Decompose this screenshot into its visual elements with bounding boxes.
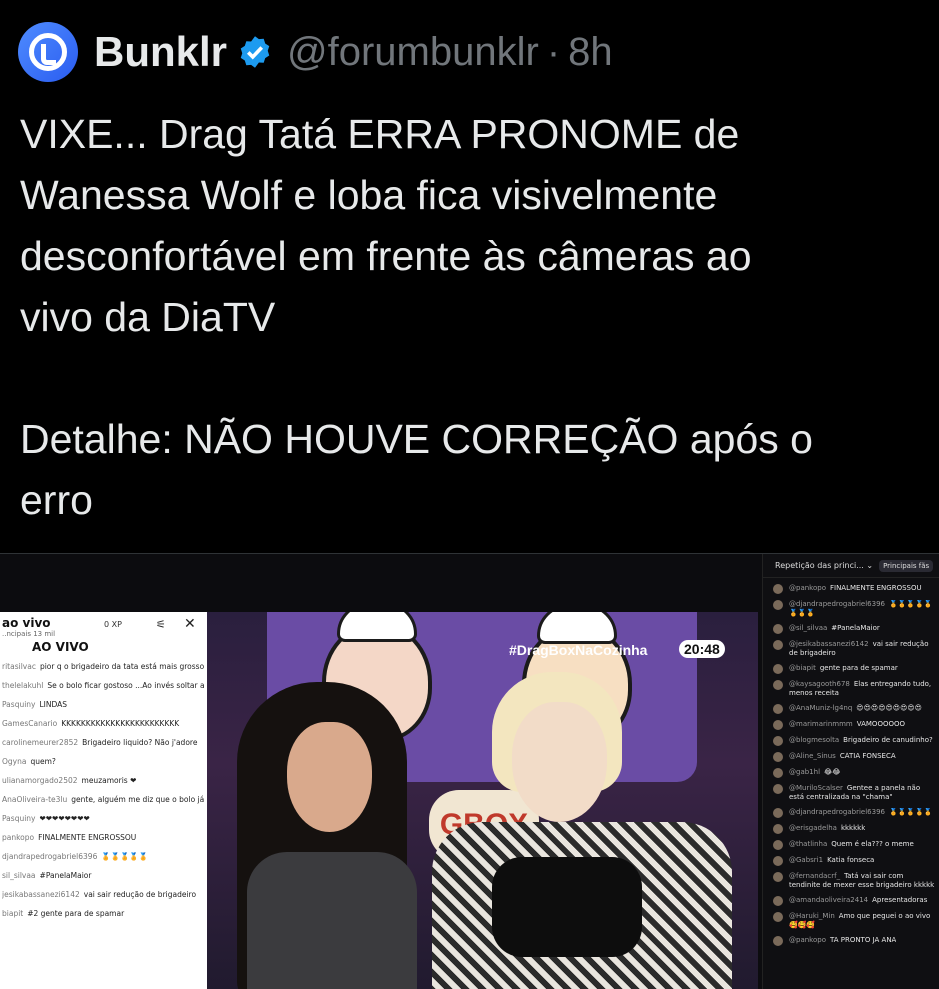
avatar bbox=[773, 840, 783, 850]
chat-message-list: ritasilvac pior q o brigadeiro da tata es… bbox=[2, 662, 205, 928]
tweet-media[interactable]: ao vivo ..ncipais 13 mil 0 XP ⚟ ✕ AO VIV… bbox=[0, 553, 939, 989]
avatar[interactable] bbox=[18, 22, 78, 82]
avatar bbox=[773, 720, 783, 730]
chat-message: pankopo FINALMENTE ENGROSSOU bbox=[2, 833, 137, 842]
author-handle[interactable]: @forumbunklr bbox=[287, 30, 539, 75]
avatar bbox=[773, 752, 783, 762]
close-icon[interactable]: ✕ bbox=[184, 616, 196, 632]
tweet-text: VIXE... Drag Tatá ERRA PRONOME de Waness… bbox=[20, 104, 920, 531]
chef-hat-right bbox=[537, 612, 617, 644]
separator-dot: · bbox=[546, 29, 561, 74]
chat-message: biapit #2 gente para de spamar bbox=[2, 909, 125, 918]
author-name[interactable]: Bunklr bbox=[94, 28, 227, 76]
chat-message: @gab1hl 😂😂 bbox=[773, 768, 935, 778]
filter-icon[interactable]: ⚟ bbox=[156, 618, 166, 631]
chat-message: carolinemeurer2852 Brigadeiro liquido? Nã… bbox=[2, 738, 198, 747]
top-fans-chip[interactable]: Principais fãs bbox=[879, 559, 934, 572]
chat-title: ao vivo bbox=[2, 616, 51, 630]
chat-mode-label[interactable]: Repetição das princi... bbox=[775, 561, 864, 570]
avatar bbox=[773, 872, 783, 882]
avatar bbox=[773, 808, 783, 818]
avatar bbox=[773, 736, 783, 746]
host-left bbox=[227, 682, 427, 989]
verified-badge-icon bbox=[240, 36, 270, 68]
tweet-timestamp[interactable]: 8h bbox=[568, 30, 613, 75]
chat-message: @erisgadelha kkkkkk bbox=[773, 824, 935, 834]
avatar bbox=[773, 912, 783, 922]
chat-message: AnaOliveira-te3lu gente, alguém me diz qu… bbox=[2, 795, 205, 804]
tweet-text-line: Wanessa Wolf e loba fica visivelmente bbox=[20, 172, 718, 218]
avatar bbox=[773, 664, 783, 674]
chat-message: jesikabassanezi6142 vai sair redução de b… bbox=[2, 890, 197, 899]
live-label: AO VIVO bbox=[32, 640, 89, 654]
chat-message: @pankopo FINALMENTE ENGROSSOU bbox=[773, 584, 935, 594]
video-timer: 20:48 bbox=[679, 640, 725, 658]
tweet-text-line: vivo da DiaTV bbox=[20, 294, 276, 340]
avatar bbox=[773, 856, 783, 866]
chat-message: ulianamorgado2502 meuzamoris ❤ bbox=[2, 776, 137, 785]
chat-message-list: @pankopo FINALMENTE ENGROSSOU @djandraped… bbox=[763, 578, 939, 946]
chat-header[interactable]: Repetição das princi... ⌄ Principais fãs bbox=[763, 554, 939, 578]
chat-message: @kaysagooth678 Elas entregando tudo, meno… bbox=[773, 680, 935, 698]
chat-message: Pasquiny LINDAS bbox=[2, 700, 68, 709]
chat-message: @Aline_Sinus CÁTIA FONSECA bbox=[773, 752, 935, 762]
chat-message: @jesikabassanezi6142 vai sair redução de … bbox=[773, 640, 935, 658]
chat-message: @Haruki_Min Amo que peguei o ao vivo 🥰🥰🥰 bbox=[773, 912, 935, 930]
tweet-text-line: desconfortável em frente às câmeras ao bbox=[20, 233, 752, 279]
chef-hat-left bbox=[337, 612, 417, 642]
avatar bbox=[773, 584, 783, 594]
avatar bbox=[773, 784, 783, 794]
chat-message: Ogyna quem? bbox=[2, 757, 56, 766]
avatar bbox=[773, 600, 783, 610]
tweet-header: Bunklr @forumbunklr · 8h bbox=[18, 20, 613, 84]
tweet-detail-line: Detalhe: NÃO HOUVE CORREÇÃO após o bbox=[20, 416, 813, 462]
chat-message: GamesCanario KKKKKKKKKKKKKKKKKKKKKKKK bbox=[2, 719, 180, 728]
chat-message: @blogmesolta Brigadeiro de canudinho? bbox=[773, 736, 935, 746]
avatar bbox=[773, 704, 783, 714]
avatar bbox=[773, 936, 783, 946]
chat-message: @marimarinmmm VAMOOOOOO bbox=[773, 720, 935, 730]
xp-badge: 0 XP bbox=[104, 620, 122, 629]
chat-message: @pankopo TA PRONTO JA ANA bbox=[773, 936, 935, 946]
chat-message: @thatlinha Quem é ela??? o meme bbox=[773, 840, 935, 850]
chat-message: @MuriloScalser Gentee a panela não está c… bbox=[773, 784, 935, 802]
chat-message: ritasilvac pior q o brigadeiro da tata es… bbox=[2, 662, 205, 671]
chat-message: @djandrapedrogabriel6396 🏅🏅🏅🏅🏅🏅🏅🏅 bbox=[773, 600, 935, 618]
chat-message: @Gabsri1 Katia fonseca bbox=[773, 856, 935, 866]
chat-message: @amandaoliveira2414 Apresentadoras bbox=[773, 896, 935, 906]
chat-message: djandrapedrogabriel6396 🏅🏅🏅🏅🏅 bbox=[2, 852, 149, 861]
video-hashtag: #DragBoxNaCozinha bbox=[509, 642, 648, 658]
avatar bbox=[773, 824, 783, 834]
avatar bbox=[773, 768, 783, 778]
avatar bbox=[773, 680, 783, 690]
live-chat-right: Repetição das princi... ⌄ Principais fãs… bbox=[762, 554, 939, 989]
tweet-detail-line: erro bbox=[20, 477, 93, 523]
avatar bbox=[773, 624, 783, 634]
host-right bbox=[432, 672, 732, 989]
avatar bbox=[773, 896, 783, 906]
chat-subtitle: ..ncipais 13 mil bbox=[2, 630, 56, 638]
chat-message: @biapit gente para de spamar bbox=[773, 664, 935, 674]
bunklr-logo-icon bbox=[29, 33, 67, 71]
chevron-down-icon[interactable]: ⌄ bbox=[864, 561, 873, 570]
chat-message: thelelakuhl Se o bolo ficar gostoso ...Ao… bbox=[2, 681, 205, 690]
chat-message: @AnaMuniz-lg4nq 😍😍😍😍😍😍😍😍😍 bbox=[773, 704, 935, 714]
tweet-text-line: VIXE... Drag Tatá ERRA PRONOME de bbox=[20, 111, 740, 157]
chat-message: @djandrapedrogabriel6396 🏅🏅🏅🏅🏅 bbox=[773, 808, 935, 818]
avatar bbox=[773, 640, 783, 650]
chat-message: Pasquiny ❤❤❤❤❤❤❤❤ bbox=[2, 814, 90, 823]
chat-message: @sil_silvaa #PanelaMaior bbox=[773, 624, 935, 634]
chat-message: @fernandacrf_ Tatá vai sair com tendinite… bbox=[773, 872, 935, 890]
chat-message: sil_silvaa #PanelaMaior bbox=[2, 871, 92, 880]
video-frame[interactable]: GBOX #DragBoxNaCozinha 20:48 bbox=[207, 612, 758, 989]
live-chat-left: ao vivo ..ncipais 13 mil 0 XP ⚟ ✕ AO VIV… bbox=[0, 612, 207, 989]
